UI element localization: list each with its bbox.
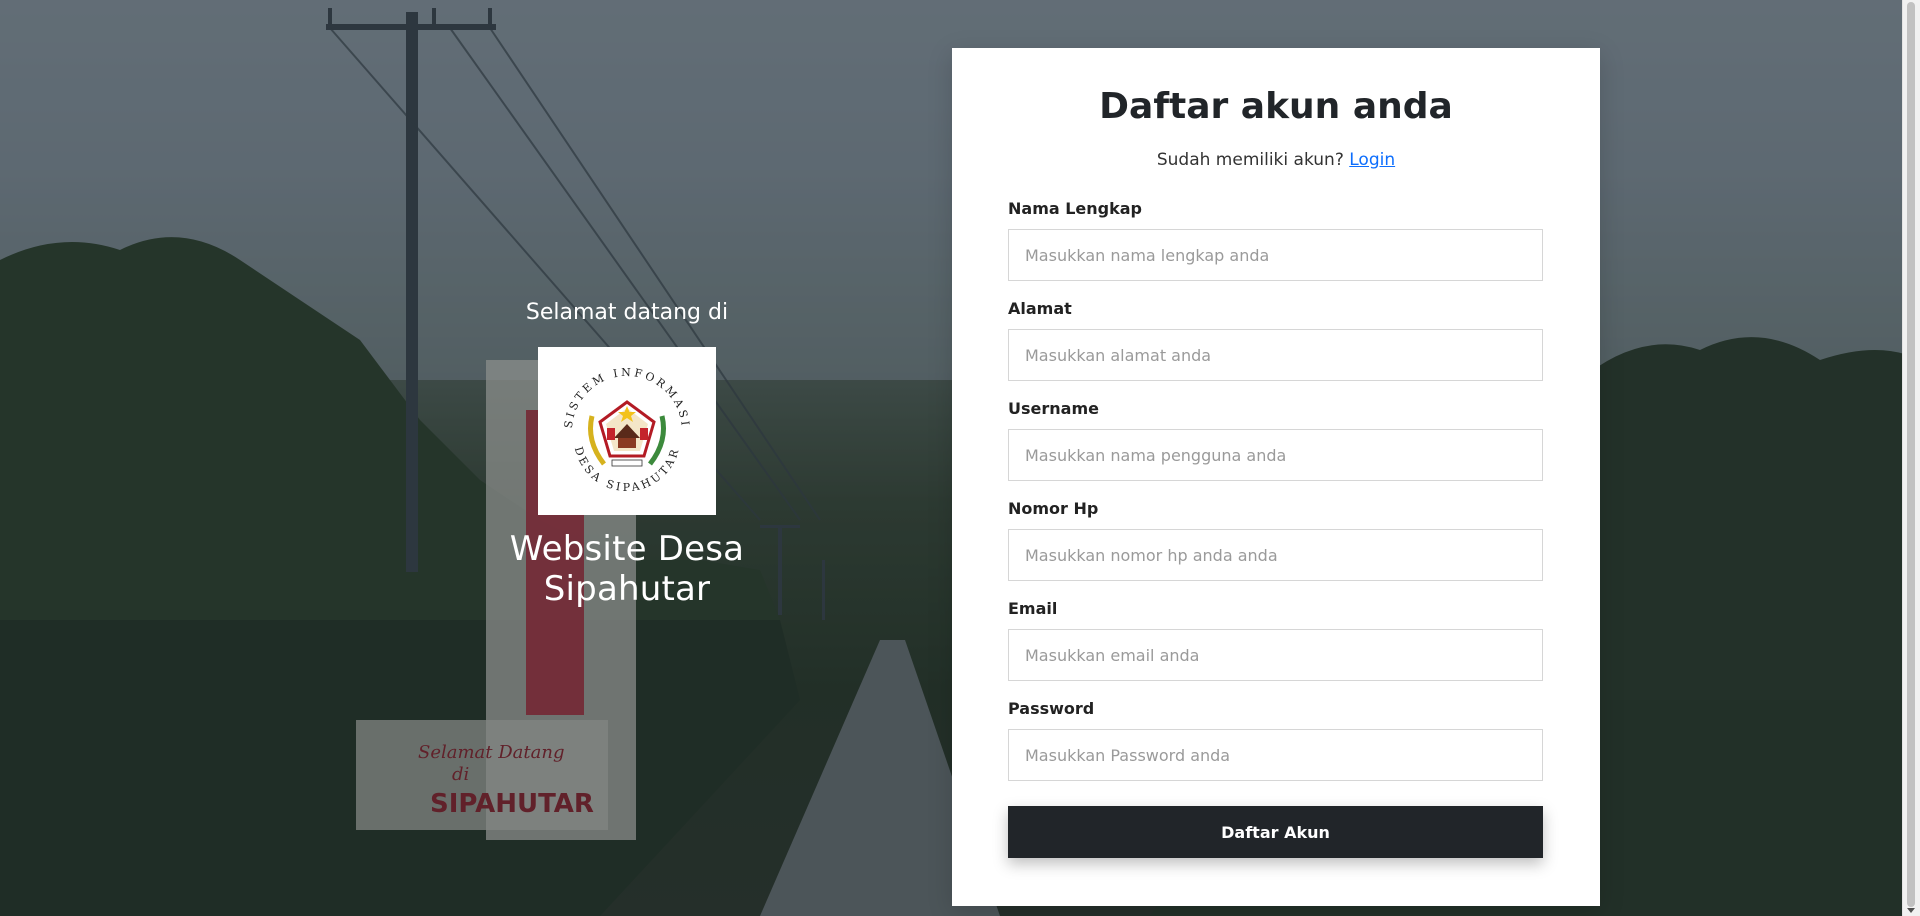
email-input[interactable]: [1008, 629, 1543, 681]
phone-input[interactable]: [1008, 529, 1543, 581]
welcome-greeting: Selamat datang di: [525, 300, 729, 325]
field-phone: Nomor Hp: [1008, 499, 1543, 581]
register-button[interactable]: Daftar Akun: [1008, 806, 1543, 858]
login-prompt-text: Sudah memiliki akun?: [1156, 150, 1344, 170]
password-label: Password: [1008, 699, 1095, 718]
email-label: Email: [1008, 599, 1058, 618]
page-scrollbar[interactable]: [1902, 0, 1920, 916]
username-input[interactable]: [1008, 429, 1543, 481]
scroll-down-icon[interactable]: [1907, 908, 1915, 913]
phone-label: Nomor Hp: [1008, 499, 1099, 518]
form-title: Daftar akun anda: [1099, 86, 1453, 127]
login-prompt: Sudah memiliki akun? Login: [952, 150, 1600, 170]
site-name: Website Desa Sipahutar: [509, 529, 745, 609]
page: Selamat Datang di SIPAHUTAR Selamat data…: [0, 0, 1920, 916]
welcome-panel: Selamat datang di SISTEM INFORMASI DESA …: [432, 300, 822, 609]
full-name-input[interactable]: [1008, 229, 1543, 281]
field-address: Alamat: [1008, 299, 1543, 381]
full-name-label: Nama Lengkap: [1008, 199, 1143, 218]
village-logo: SISTEM INFORMASI DESA SIPAHUTAR: [538, 347, 716, 515]
field-full-name: Nama Lengkap: [1008, 199, 1543, 281]
field-email: Email: [1008, 599, 1543, 681]
field-password: Password: [1008, 699, 1543, 781]
register-card: Daftar akun anda Sudah memiliki akun? Lo…: [952, 48, 1600, 906]
address-label: Alamat: [1008, 299, 1072, 318]
login-link[interactable]: Login: [1349, 150, 1395, 170]
village-emblem-icon: SISTEM INFORMASI DESA SIPAHUTAR: [562, 366, 689, 494]
scrollbar-thumb[interactable]: [1907, 2, 1915, 907]
field-username: Username: [1008, 399, 1543, 481]
password-input[interactable]: [1008, 729, 1543, 781]
username-label: Username: [1008, 399, 1099, 418]
address-input[interactable]: [1008, 329, 1543, 381]
